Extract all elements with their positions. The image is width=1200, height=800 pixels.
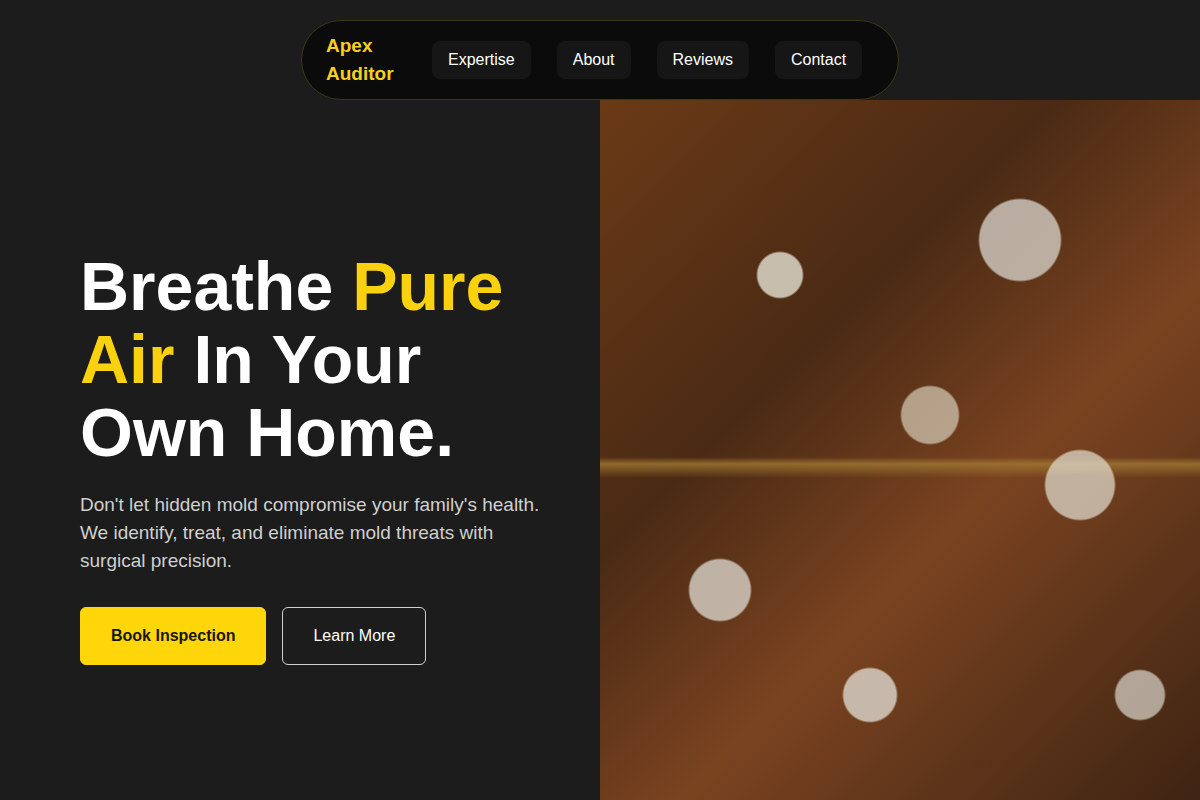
nav-bar: Apex Auditor Expertise About Reviews Contact [301, 20, 899, 100]
nav-item[interactable]: Contact [775, 41, 862, 79]
nav-item[interactable]: Reviews [657, 41, 749, 79]
book-inspection-button[interactable]: Book Inspection [80, 607, 266, 665]
logo[interactable]: Apex Auditor [326, 32, 408, 88]
page: Apex Auditor Expertise About Reviews Contact… [0, 0, 1200, 800]
headline: Breathe Pure Air In Your Own Home. [80, 250, 550, 469]
hero: Breathe Pure Air In Your Own Home. Don't … [0, 100, 1200, 800]
headline-text: Breathe [80, 248, 333, 324]
nav-list: Expertise About Reviews Contact [432, 41, 862, 79]
button-row: Book Inspection Learn More [80, 607, 560, 665]
nav-item[interactable]: Expertise [432, 41, 531, 79]
description: Don't let hidden mold compromise your fa… [80, 491, 540, 575]
nav-item[interactable]: About [557, 41, 631, 79]
header: Apex Auditor Expertise About Reviews Contact [0, 0, 1200, 100]
learn-more-button[interactable]: Learn More [282, 607, 426, 665]
hero-content: Breathe Pure Air In Your Own Home. Don't … [0, 100, 600, 800]
hero-image [600, 100, 1200, 800]
